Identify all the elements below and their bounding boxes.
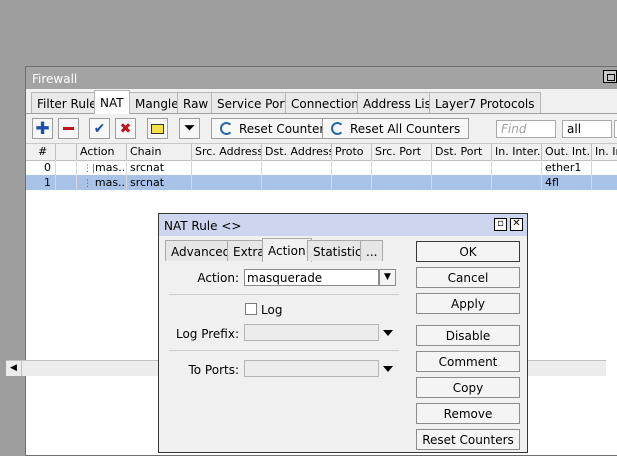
maximize-icon[interactable] <box>603 70 617 83</box>
remove-button[interactable]: Remove <box>416 403 520 424</box>
col-in-interface-list[interactable]: In. In <box>592 144 617 161</box>
cancel-button[interactable]: Cancel <box>416 267 520 288</box>
row-num: 0 <box>26 160 56 175</box>
row-num: 1 <box>26 175 56 190</box>
filter-button[interactable]: ⏷ <box>179 118 200 139</box>
reset-counters-button[interactable]: Reset Counters <box>416 429 520 450</box>
col-proto[interactable]: Proto <box>332 144 372 161</box>
tab-raw[interactable]: Raw <box>177 92 215 113</box>
row-action: ⋮|mas... <box>77 160 127 175</box>
tab-more[interactable]: ... <box>360 240 384 261</box>
filter-select[interactable]: all <box>562 120 612 138</box>
to-ports-label: To Ports: <box>188 363 239 377</box>
log-checkbox[interactable] <box>245 303 257 315</box>
table-row[interactable]: 0 ⋮|mas... srcnat ether1 <box>26 160 617 175</box>
row-out-interface: 4fl <box>542 175 592 190</box>
col-in-interface[interactable]: In. Inter... <box>492 144 542 161</box>
tab-nat[interactable]: NAT <box>94 90 130 114</box>
enable-button[interactable]: ✔ <box>89 118 110 139</box>
col-num[interactable]: # <box>26 144 56 161</box>
tab-action[interactable]: Action <box>262 238 312 262</box>
col-src-address[interactable]: Src. Address <box>192 144 262 161</box>
check-icon: ✔ <box>93 120 106 137</box>
copy-button[interactable]: Copy <box>416 377 520 398</box>
tab-advanced[interactable]: Advanced <box>165 240 237 261</box>
dropdown-icon[interactable]: ▼ <box>379 269 396 286</box>
minus-icon <box>59 119 78 138</box>
firewall-toolbar: ✚ ✔ ✖ ⏷ Reset Counters Reset All Counter… <box>26 114 617 144</box>
log-label: Log <box>261 303 283 317</box>
row-chain: srcnat <box>127 175 192 190</box>
comment-button[interactable] <box>147 118 168 139</box>
col-dst-port[interactable]: Dst. Port <box>432 144 492 161</box>
col-dst-address[interactable]: Dst. Address <box>262 144 332 161</box>
nat-rule-dialog: NAT Rule <> ▫ ✕ Advanced Extra Action St… <box>158 213 528 453</box>
col-out-interface[interactable]: Out. Int... <box>542 144 592 161</box>
action-label: Action: <box>197 271 239 285</box>
col-flags[interactable] <box>56 144 77 161</box>
find-input[interactable]: Find <box>496 120 556 138</box>
ok-button[interactable]: OK <box>416 241 520 262</box>
col-action[interactable]: Action <box>77 144 127 161</box>
reset-all-counters-label: Reset All Counters <box>350 122 461 136</box>
table-row-selected[interactable]: 1 ⋮ mas... srcnat 4fl <box>26 175 617 190</box>
log-prefix-label: Log Prefix: <box>175 327 239 341</box>
tab-layer7-protocols[interactable]: Layer7 Protocols <box>429 92 541 113</box>
dialog-tabs: Advanced Extra Action Statistics ... <box>163 238 384 262</box>
reset-counters-button[interactable]: Reset Counters <box>211 118 340 139</box>
remove-button[interactable] <box>58 118 79 139</box>
row-out-interface: ether1 <box>542 160 592 175</box>
col-chain[interactable]: Chain <box>127 144 192 161</box>
table-header: # Action Chain Src. Address Dst. Address… <box>26 144 617 161</box>
chevron-down-icon[interactable] <box>383 366 393 372</box>
chevron-down-icon[interactable] <box>383 330 393 336</box>
funnel-icon: ⏷ <box>184 121 195 136</box>
masquerade-icon: ⋮ <box>83 179 95 189</box>
masquerade-icon: ⋮| <box>83 164 96 174</box>
row-chain: srcnat <box>127 160 192 175</box>
to-ports-input[interactable] <box>244 360 379 377</box>
maximize-icon[interactable]: ▫ <box>494 218 507 231</box>
firewall-title: Firewall <box>26 67 617 89</box>
comment-button[interactable]: Comment <box>416 351 520 372</box>
plus-icon: ✚ <box>35 118 50 139</box>
dialog-title: NAT Rule <> <box>159 214 527 236</box>
note-icon <box>148 119 167 138</box>
reset-all-counters-button[interactable]: Reset All Counters <box>322 118 470 139</box>
action-select[interactable]: masquerade <box>244 269 379 286</box>
scroll-left-icon[interactable]: ◀ <box>6 361 22 376</box>
col-src-port[interactable]: Src. Port <box>372 144 432 161</box>
reset-icon <box>220 122 233 135</box>
disable-button[interactable]: Disable <box>416 325 520 346</box>
close-icon[interactable]: ✕ <box>510 218 523 231</box>
apply-button[interactable]: Apply <box>416 293 520 314</box>
reset-icon <box>331 122 344 135</box>
disable-button[interactable]: ✖ <box>115 118 136 139</box>
log-prefix-input[interactable] <box>244 324 379 341</box>
add-button[interactable]: ✚ <box>32 118 53 139</box>
row-action: ⋮ mas... <box>77 175 127 190</box>
firewall-tabs: Filter Rules NAT Mangle Raw Service Port… <box>26 89 617 114</box>
reset-counters-label: Reset Counters <box>239 122 331 136</box>
cross-icon: ✖ <box>119 120 132 137</box>
